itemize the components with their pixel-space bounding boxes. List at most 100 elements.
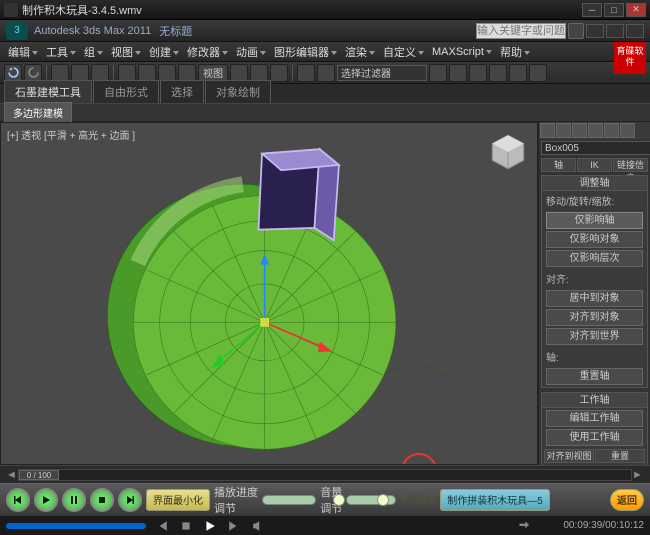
ui-minimize-chip[interactable]: 界面最小化 <box>146 489 210 511</box>
motion-tab-icon[interactable] <box>588 123 603 138</box>
maximize-button[interactable]: □ <box>604 3 624 17</box>
chip-toc[interactable]: 学习目录 <box>400 493 436 506</box>
undo-icon[interactable] <box>4 64 22 82</box>
link-icon[interactable] <box>51 64 69 82</box>
player-stop-button[interactable] <box>90 488 114 512</box>
btn-edit-workaxis[interactable]: 编辑工作轴 <box>546 410 643 427</box>
player-pause-button[interactable] <box>62 488 86 512</box>
menu-animation[interactable]: 动画 <box>232 44 270 60</box>
3dsmax-logo-icon[interactable]: 3 <box>6 22 28 40</box>
timeline-slider[interactable]: 0 / 100 <box>19 470 59 480</box>
player-prev-button[interactable] <box>6 488 30 512</box>
help-search-input[interactable] <box>476 23 566 39</box>
tab-paint[interactable]: 对象绘制 <box>205 80 271 103</box>
subtab-polymodel[interactable]: 多边形建模 <box>4 102 72 123</box>
pivot-tab[interactable]: 轴 <box>541 158 576 172</box>
linkinfo-tab[interactable]: 链接信息 <box>613 158 648 172</box>
btn-align-view[interactable]: 对齐到视图 <box>544 449 594 463</box>
menu-group[interactable]: 组 <box>80 44 107 60</box>
percent-snap-icon[interactable] <box>270 64 288 82</box>
rotate-icon[interactable] <box>158 64 176 82</box>
angle-snap-icon[interactable] <box>250 64 268 82</box>
align-icon[interactable] <box>317 64 335 82</box>
media-progress-bar[interactable] <box>6 523 146 529</box>
media-volume-icon[interactable] <box>250 519 266 533</box>
media-shuffle-icon[interactable] <box>539 519 555 533</box>
utility-tab-icon[interactable] <box>620 123 635 138</box>
menu-graph[interactable]: 图形编辑器 <box>270 44 341 60</box>
unlink-icon[interactable] <box>71 64 89 82</box>
media-next-icon[interactable] <box>226 519 242 533</box>
menu-edit[interactable]: 编辑 <box>4 44 42 60</box>
perspective-viewport[interactable]: [+] 透视 [平滑 + 高光 + 边面 ] <box>0 122 538 465</box>
schematic-icon[interactable] <box>469 64 487 82</box>
layer-icon[interactable] <box>429 64 447 82</box>
curve-editor-icon[interactable] <box>449 64 467 82</box>
menu-create[interactable]: 创建 <box>145 44 183 60</box>
label-align: 对齐: <box>542 269 647 288</box>
btn-affect-hierarchy[interactable]: 仅影响层次 <box>546 250 643 267</box>
volume-slider[interactable] <box>346 495 396 505</box>
media-stop-icon[interactable] <box>178 519 194 533</box>
lesson-title-chip[interactable]: 制作拼装积木玩具—5 <box>440 489 550 511</box>
menu-custom[interactable]: 自定义 <box>379 44 428 60</box>
ik-tab[interactable]: IK <box>577 158 612 172</box>
return-button[interactable]: 返回 <box>610 489 644 511</box>
hierarchy-tab-icon[interactable] <box>572 123 587 138</box>
menu-maxscript[interactable]: MAXScript <box>428 46 496 58</box>
window-title: 制作积木玩具-3.4.5.wmv <box>22 2 580 18</box>
timeline-left-icon[interactable]: ◄ <box>6 469 18 481</box>
inner-minimize-button[interactable] <box>586 24 604 38</box>
timeline-right-icon[interactable]: ► <box>632 469 644 481</box>
render-setup-icon[interactable] <box>509 64 527 82</box>
menu-help[interactable]: 帮助 <box>496 44 534 60</box>
create-tab-icon[interactable] <box>540 123 555 138</box>
material-icon[interactable] <box>489 64 507 82</box>
menu-render[interactable]: 渲染 <box>341 44 379 60</box>
btn-reset-axis[interactable]: 重置轴 <box>546 368 643 385</box>
move-icon[interactable] <box>138 64 156 82</box>
player-next-button[interactable] <box>118 488 142 512</box>
render-icon[interactable] <box>529 64 547 82</box>
display-tab-icon[interactable] <box>604 123 619 138</box>
scale-icon[interactable] <box>178 64 196 82</box>
menu-view[interactable]: 视图 <box>107 44 145 60</box>
select-icon[interactable] <box>118 64 136 82</box>
menu-modifier[interactable]: 修改器 <box>183 44 232 60</box>
btn-reset-work[interactable]: 重置 <box>595 449 645 463</box>
media-prev-icon[interactable] <box>154 519 170 533</box>
coord-system[interactable]: 视图 <box>198 64 228 82</box>
redo-icon[interactable] <box>24 64 42 82</box>
menu-tools[interactable]: 工具 <box>42 44 80 60</box>
modify-tab-icon[interactable] <box>556 123 571 138</box>
media-repeat-icon[interactable] <box>515 519 531 533</box>
btn-align-world[interactable]: 对齐到世界 <box>546 328 643 345</box>
tab-graphite[interactable]: 石墨建模工具 <box>4 80 92 103</box>
viewport-label[interactable]: [+] 透视 [平滑 + 高光 + 边面 ] <box>7 127 135 142</box>
btn-center-object[interactable]: 居中到对象 <box>546 290 643 307</box>
tab-freeform[interactable]: 自由形式 <box>93 80 159 103</box>
timeline[interactable]: ◄ 0 / 100 ► <box>0 465 650 483</box>
viewcube-icon[interactable] <box>487 131 529 173</box>
btn-use-workaxis[interactable]: 使用工作轴 <box>546 429 643 446</box>
object-name-input[interactable] <box>541 141 650 155</box>
minimize-button[interactable]: ─ <box>582 3 602 17</box>
btn-align-object[interactable]: 对齐到对象 <box>546 309 643 326</box>
player-play-button[interactable] <box>34 488 58 512</box>
tab-select[interactable]: 选择 <box>160 80 204 103</box>
timeline-track[interactable]: 0 / 100 <box>18 469 632 481</box>
btn-affect-pivot[interactable]: 仅影响轴 <box>546 212 643 229</box>
help-icon[interactable] <box>568 23 584 39</box>
inner-restore-button[interactable] <box>606 24 624 38</box>
progress-slider[interactable] <box>262 495 316 505</box>
snap-icon[interactable] <box>230 64 248 82</box>
section-work-axis[interactable]: 工作轴 <box>542 393 647 408</box>
btn-affect-object[interactable]: 仅影响对象 <box>546 231 643 248</box>
filter-dropdown[interactable]: 选择过滤器 <box>337 65 427 81</box>
section-adjust-axis[interactable]: 调整轴 <box>542 176 647 191</box>
media-play-icon[interactable] <box>202 519 218 533</box>
close-button[interactable]: ✕ <box>626 3 646 17</box>
inner-close-button[interactable] <box>626 24 644 38</box>
mirror-icon[interactable] <box>297 64 315 82</box>
bind-icon[interactable] <box>91 64 109 82</box>
